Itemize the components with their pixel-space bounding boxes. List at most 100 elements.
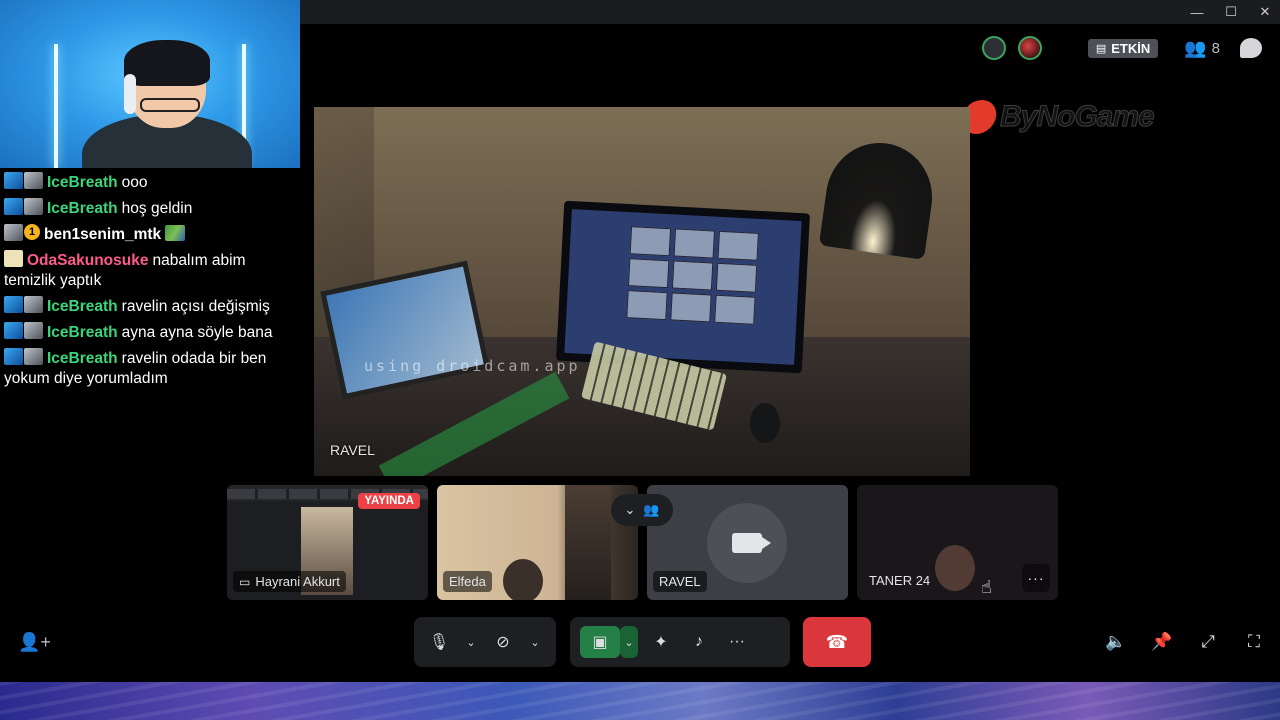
chat-username[interactable]: OdaSakunosuke [27,252,148,269]
badge-icon [24,296,43,313]
stop-screen-share-button[interactable]: ▣ [580,626,620,658]
screen-tile [715,262,758,293]
badge-icon [24,348,43,365]
chat-text: hoş geldin [121,200,193,217]
disconnect-button[interactable]: ☎ [803,617,871,667]
event-label: ETKİN [1111,40,1151,56]
camera-icon [732,533,771,553]
participant-name: TANER 24 [869,573,931,588]
badge-icon [24,198,43,215]
ellipsis-icon: ··· [729,633,745,650]
screen-tile [629,226,672,257]
minimize-button[interactable]: — [1188,3,1206,21]
chat-username[interactable]: IceBreath [47,324,118,341]
chat-badges [4,322,43,339]
pop-out-button[interactable]: ⤢ [1196,630,1220,654]
chat-message: IceBreath ooo [4,172,296,193]
screen-tile [627,258,670,289]
screen-tile [673,228,715,259]
window-controls: — ☐ ✕ [1188,0,1280,24]
speaker-avatar[interactable] [1017,36,1042,60]
chat-username[interactable]: IceBreath [47,298,118,315]
badge-icon [4,250,23,267]
desktop-background [0,682,1280,720]
badge-icon: 1 [24,224,40,240]
chat-username[interactable]: IceBreath [47,200,118,217]
light-bar-left [54,44,58,168]
chat-bubble-icon[interactable] [1240,38,1262,58]
event-badge[interactable]: ▤ ETKİN [1087,38,1159,58]
chat-username[interactable]: ben1senim_mtk [44,226,161,243]
participants-button[interactable]: 👥 8 [1184,38,1220,59]
badge-icon [4,172,23,189]
maximize-button[interactable]: ☐ [1222,3,1240,21]
chat-username[interactable]: IceBreath [47,174,118,191]
screen-tile [670,292,712,323]
microphone-options-button[interactable]: ⌄ [462,626,480,658]
chat-message: 1 ben1senim_mtk [4,224,296,245]
streamer-glasses [140,98,200,112]
participant-name: RAVEL [659,574,701,589]
badge-icon [24,172,43,189]
chat-badges [4,296,43,313]
fullscreen-button[interactable]: ⛶ [1242,630,1266,654]
collapse-participants-button[interactable]: ⌄ 👥 [611,494,673,526]
camera-options-button[interactable]: ⌄ [526,626,544,658]
screen-share-options-button[interactable]: ⌄ [620,626,638,658]
chat-badges [4,172,43,189]
more-button[interactable]: ··· [722,626,752,658]
chat-message: IceBreath hoş geldin [4,198,296,219]
pin-button[interactable]: 📌 [1150,630,1174,654]
soundboard-button[interactable]: ♪ [684,626,714,658]
main-video-name: RAVEL [330,442,375,458]
participant-name-tag: RAVEL [653,571,707,592]
logo-text: ByNoGame [1000,100,1156,134]
screen-tile [714,294,756,325]
microphone-icon: 🎙 [428,634,450,651]
audio-video-controls: 🎙 ⌄ ⊘ ⌄ [414,617,556,667]
hand-cursor-icon: ☝ [981,577,992,597]
fullscreen-icon: ⛶ [1248,632,1260,651]
people-icon: 👥 [1184,37,1207,58]
microphone-button[interactable]: 🎙 [424,626,454,658]
close-button[interactable]: ✕ [1256,3,1274,21]
chat-text: ayna ayna söyle bana [121,324,273,341]
speaker-icon: 🔈 [1105,632,1127,651]
speaker-avatar[interactable] [981,36,1006,60]
participant-name: Hayrani Akkurt [255,574,340,589]
pin-icon: 📌 [1151,632,1173,651]
streamer-hair [124,40,210,86]
call-controls: 👤+ 🎙 ⌄ ⊘ ⌄ ▣ ⌄ ✦ ♪ ··· ☎ 🔈 📌 ⤢ ⛶ [0,612,1280,672]
call-screen: — ☐ ✕ IceBreath ooo IceBreath hoş geldin 1… [0,0,1280,720]
chat-username[interactable]: IceBreath [47,350,118,367]
participant-tile[interactable]: TANER 24 ··· [857,485,1058,600]
participant-face [935,545,975,591]
chat-badges: 1 [4,224,40,241]
participant-avatar [707,503,787,583]
stream-chat: IceBreath ooo IceBreath hoş geldin 1 ben1se… [0,170,300,396]
chat-text: ravelin odada bir ben yokum diye yorumla… [4,350,267,387]
activities-icon: ✦ [654,634,668,651]
badge-icon [4,322,23,339]
title-bar [300,0,1280,24]
participant-name: Elfeda [449,574,486,589]
view-controls: 🔈 📌 ⤢ ⛶ [1104,630,1266,654]
video-background [565,485,611,600]
chat-text: ravelin açısı değişmiş [121,298,270,315]
calendar-icon: ▤ [1095,42,1107,55]
participant-tile[interactable]: RAVEL [647,485,848,600]
participant-tile[interactable]: YAYINDA ▭ Hayrani Akkurt [227,485,428,600]
screen-tile [717,230,759,261]
participant-tile[interactable]: Elfeda [437,485,638,600]
screen-share-icon: ▣ [592,634,608,651]
invite-user-button[interactable]: 👤+ [18,632,51,653]
chat-message: IceBreath ayna ayna söyle bana [4,322,296,343]
main-video-stream[interactable]: using droidcam.app RAVEL [314,107,970,476]
phone-hangup-icon: ☎ [825,631,849,652]
more-options-button[interactable]: ··· [1022,564,1050,592]
droidcam-watermark: using droidcam.app [364,357,581,375]
people-icon: 👥 [643,502,660,517]
volume-button[interactable]: 🔈 [1104,630,1128,654]
camera-off-button[interactable]: ⊘ [488,626,518,658]
activities-button[interactable]: ✦ [646,626,676,658]
